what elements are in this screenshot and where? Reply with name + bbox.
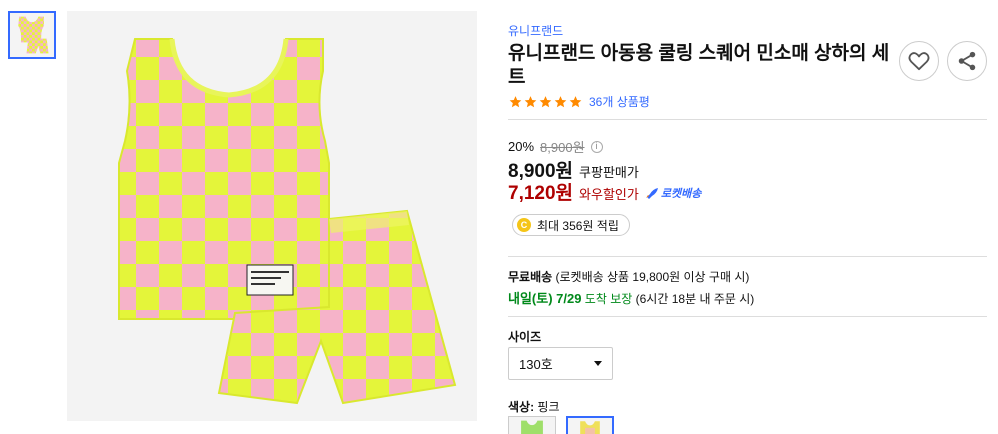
size-option-label: 사이즈 [508, 330, 542, 344]
arrival-guarantee: 도착 보장 [584, 292, 633, 306]
rating-stars [508, 95, 583, 109]
thumbnail-picture [10, 13, 54, 57]
color-option-value: 핑크 [537, 400, 560, 414]
color-option-label: 색상: 핑크 [508, 398, 560, 415]
star-icon [509, 95, 522, 107]
star-icon [524, 95, 537, 107]
free-shipping-label: 무료배송 [508, 270, 553, 284]
product-photo [67, 11, 477, 421]
color-swatch-pink[interactable] [566, 416, 614, 434]
rating-summary[interactable]: 36개 상품평 [508, 93, 650, 110]
size-selected-value: 130호 [519, 357, 553, 372]
wow-price-row: 7,120원 와우할인가 로켓배송 [508, 178, 701, 205]
product-detail-page: 유니프랜드 유니프랜드 아동용 쿨링 스퀘어 민소매 상하의 세트 36개 상품… [0, 0, 998, 434]
divider-top [508, 119, 987, 120]
star-icon [539, 95, 552, 107]
swatch-green-picture [510, 417, 554, 434]
divider-price [508, 256, 987, 257]
arrival-condition: (6시간 18분 내 주문 시) [635, 292, 755, 306]
review-count-link[interactable]: 36개 상품평 [589, 93, 650, 110]
brand-link[interactable]: 유니프랜드 [508, 22, 563, 39]
free-shipping-row: 무료배송 (로켓배송 상품 19,800원 이상 구매 시) [508, 268, 749, 285]
free-shipping-condition: (로켓배송 상품 19,800원 이상 구매 시) [555, 270, 750, 284]
divider-shipping [508, 316, 987, 317]
info-icon[interactable]: i [590, 140, 603, 153]
rocket-delivery-label: 로켓배송 [660, 188, 702, 200]
cashback-badge: C 최대 356원 적립 [512, 214, 630, 236]
product-info-panel: 유니프랜드 유니프랜드 아동용 쿨링 스퀘어 민소매 상하의 세트 36개 상품… [508, 0, 988, 434]
discount-row: 20% 8,900원 i [508, 137, 603, 156]
star-icon [569, 95, 582, 107]
swatch-pink-picture [570, 418, 610, 434]
size-select[interactable]: 130호 [508, 347, 613, 380]
share-icon [958, 51, 976, 71]
product-actions [899, 41, 987, 81]
product-title: 유니프랜드 아동용 쿨링 스퀘어 민소매 상하의 세트 [508, 43, 890, 88]
caret-down-icon [594, 361, 602, 366]
coin-icon: C [517, 218, 531, 232]
cashback-text: 최대 356원 적립 [537, 218, 619, 233]
rocket-delivery-badge: 로켓배송 [645, 185, 701, 201]
heart-icon [908, 52, 930, 71]
main-product-image[interactable] [67, 11, 477, 421]
discount-rate: 20% [508, 139, 535, 154]
wow-price-label: 와우할인가 [579, 187, 639, 202]
wow-price: 7,120원 [508, 183, 574, 204]
thumbnail-image-1[interactable] [8, 11, 56, 59]
color-swatch-green[interactable] [508, 416, 556, 434]
arrival-date: 내일(토) 7/29 [508, 291, 582, 306]
arrival-row: 내일(토) 7/29 도착 보장 (6시간 18분 내 주문 시) [508, 288, 754, 307]
color-option-title: 색상: [508, 400, 535, 414]
original-price: 8,900원 [540, 140, 585, 155]
rocket-icon [645, 188, 658, 199]
star-icon [554, 95, 567, 107]
share-button[interactable] [947, 41, 987, 81]
wishlist-button[interactable] [899, 41, 939, 81]
